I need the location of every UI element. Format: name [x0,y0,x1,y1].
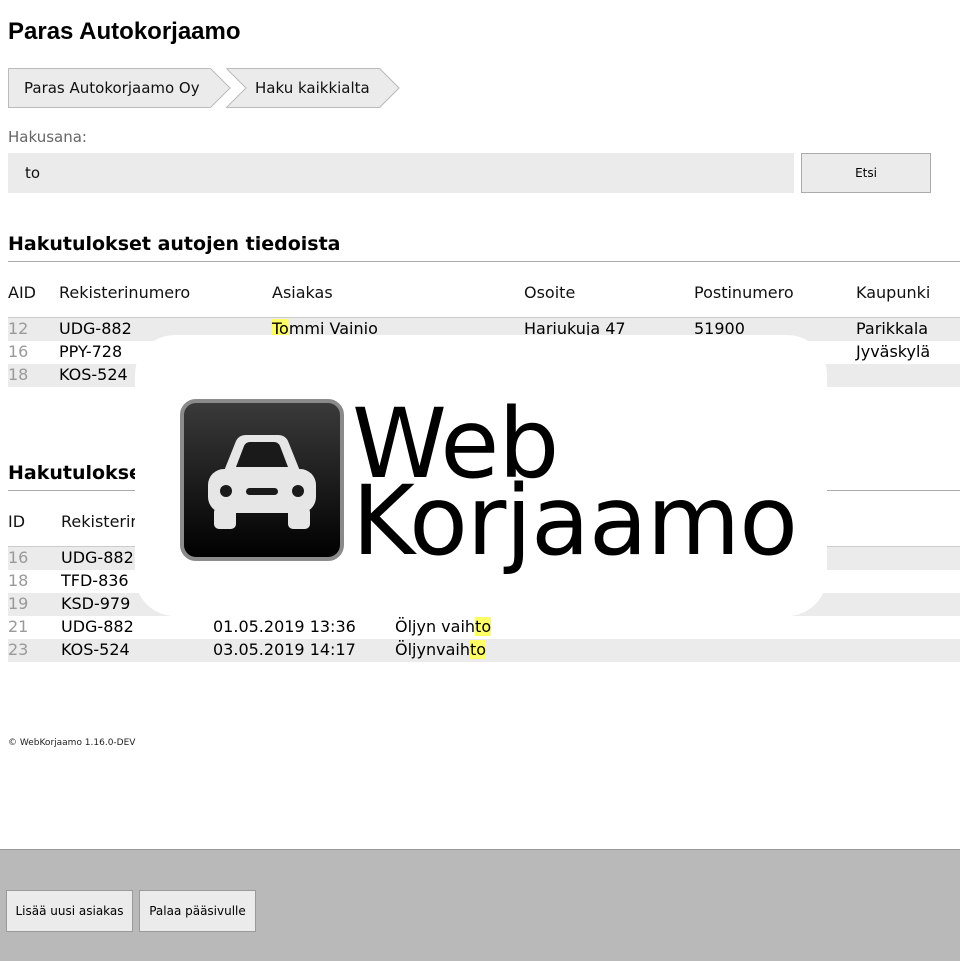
search-highlight: to [469,640,487,659]
cell-date: 03.05.2019 14:17 [213,640,356,659]
bottom-action-bar: Lisää uusi asiakas Palaa pääsivulle [0,849,960,961]
search-button[interactable]: Etsi [801,153,931,193]
cell-aid: 18 [8,365,29,384]
breadcrumb-label-company: Paras Autokorjaamo Oy [24,79,200,97]
cell-aid: 12 [8,319,29,338]
col-header-city: Kaupunki [856,283,931,302]
cell-description: Öljyn vaihto [395,617,492,636]
cell-description-text: Öljynvaih [395,640,470,659]
cell-date: 01.05.2019 13:36 [213,617,356,636]
search-label: Hakusana: [8,128,87,146]
cell-reg: PPY-728 [59,342,123,361]
breadcrumb-item-company[interactable]: Paras Autokorjaamo Oy [8,68,230,108]
col-header-reg: Rekisterinumero [59,283,191,302]
cell-id: 18 [8,571,29,590]
cars-results-heading: Hakutulokset autojen tiedoista [8,233,341,255]
col-header-reg: Rekisterin [61,512,141,531]
footer-copyright: © WebKorjaamo 1.16.0-DEV [8,738,136,748]
add-customer-button[interactable]: Lisää uusi asiakas [6,890,133,932]
search-highlight: to [475,617,492,636]
page-title: Paras Autokorjaamo [8,18,241,45]
search-input[interactable] [8,153,794,193]
col-header-address: Osoite [524,283,576,302]
cell-reg: TFD-836 [61,571,129,590]
cell-city: Parikkala [856,319,929,338]
breadcrumb-item-search[interactable]: Haku kaikkialta [226,68,400,108]
col-header-zip: Postinumero [694,283,794,302]
cell-reg: KSD-979 [61,594,131,613]
cell-id: 16 [8,548,29,567]
breadcrumb-label-search: Haku kaikkialta [255,79,370,97]
col-header-aid: AID [8,283,36,302]
cell-reg: UDG-882 [61,548,134,567]
cell-id: 19 [8,594,29,613]
cars-heading-divider [8,261,960,262]
jobs-results-heading: Hakutulokse [8,462,142,484]
cell-reg: UDG-882 [61,617,134,636]
cell-reg: UDG-882 [59,319,132,338]
back-to-main-button[interactable]: Palaa pääsivulle [139,890,256,932]
logo-text-korjaamo: Korjaamo [352,465,798,577]
cell-reg: KOS-524 [61,640,130,659]
cell-id: 23 [8,640,29,659]
cell-reg: KOS-524 [59,365,128,384]
cell-aid: 16 [8,342,29,361]
cell-city: Jyväskylä [856,342,931,361]
cell-description: Öljynvaihto [395,640,487,659]
car-icon [180,399,344,561]
col-header-id: ID [8,512,26,531]
col-header-customer: Asiakas [272,283,333,302]
cell-description-text: Öljyn vaih [395,617,476,636]
cell-id: 21 [8,617,29,636]
